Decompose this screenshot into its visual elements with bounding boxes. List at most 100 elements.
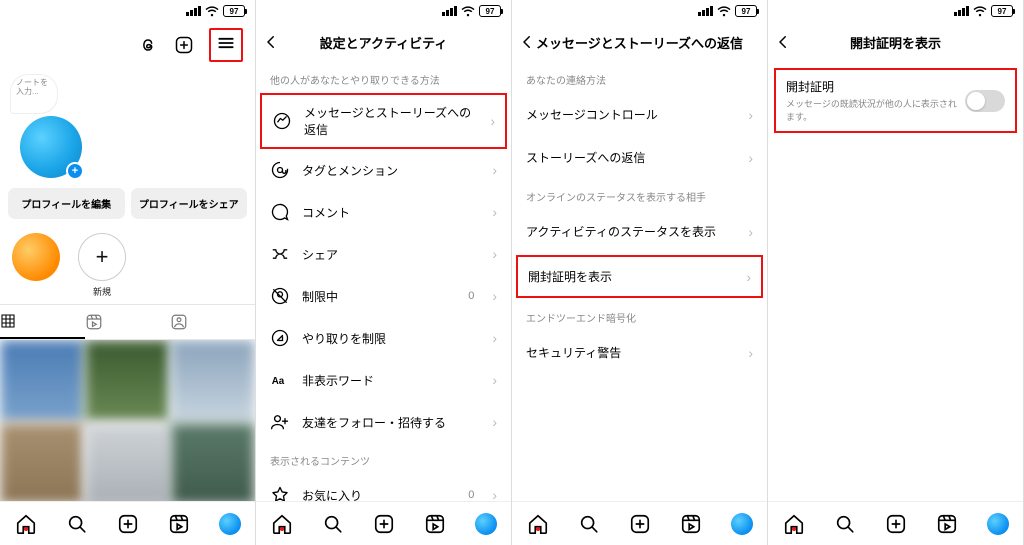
read-receipts-toggle[interactable] [965, 90, 1005, 112]
chevron-right-icon: › [748, 107, 753, 123]
create-icon[interactable] [173, 34, 195, 56]
status-bar: 97 [0, 0, 255, 22]
tab-reels[interactable] [85, 305, 170, 339]
back-button[interactable] [774, 33, 804, 51]
svg-text:Aa: Aa [272, 376, 285, 387]
row-icon [272, 111, 292, 131]
tab-tagged[interactable] [170, 305, 255, 339]
hamburger-icon [215, 32, 237, 54]
battery-icon: 97 [991, 5, 1013, 17]
profile-tabs [0, 304, 255, 340]
chevron-right-icon: › [492, 372, 497, 388]
settings-row[interactable]: セキュリティ警告› [512, 331, 767, 374]
settings-row[interactable]: Aa 非表示ワード › [256, 359, 511, 401]
nav-create[interactable] [870, 513, 921, 535]
row-count: 0 [468, 489, 474, 501]
header: 開封証明を表示 [768, 22, 1023, 62]
posts-grid[interactable] [0, 340, 255, 501]
row-label: 開封証明を表示 [528, 268, 746, 285]
nav-search[interactable] [307, 513, 358, 535]
nav-reels[interactable] [665, 513, 716, 535]
share-profile-button[interactable]: プロフィールをシェア [131, 188, 248, 219]
chevron-right-icon: › [492, 204, 497, 220]
nav-create[interactable] [102, 513, 153, 535]
row-label: 非表示ワード [302, 372, 480, 389]
row-label: 制限中 [302, 288, 456, 305]
nav-create[interactable] [358, 513, 409, 535]
chevron-right-icon: › [748, 345, 753, 361]
page-title: 開封証明を表示 [768, 33, 1023, 52]
section-header: 表示されるコンテンツ [256, 443, 511, 474]
profile-avatar[interactable]: + [20, 116, 82, 178]
settings-list[interactable]: 他の人があなたとやり取りできる方法 メッセージとストーリーズへの返信 › タグと… [256, 62, 511, 501]
wifi-icon [461, 6, 475, 17]
chevron-right-icon: › [492, 414, 497, 430]
row-label: セキュリティ警告 [526, 344, 748, 361]
settings-row[interactable]: お気に入り 0 › [256, 474, 511, 501]
settings-row[interactable]: コメント › [256, 191, 511, 233]
wifi-icon [205, 6, 219, 17]
bottom-nav [768, 501, 1023, 545]
settings-row[interactable]: シェア › [256, 233, 511, 275]
settings-row[interactable]: タグとメンション › [256, 149, 511, 191]
settings-row[interactable]: 制限中 0 › [256, 275, 511, 317]
note-bubble[interactable]: ノートを入力... [10, 74, 58, 114]
settings-row[interactable]: アクティビティのステータスを表示› [512, 210, 767, 253]
nav-profile[interactable] [972, 513, 1023, 535]
settings-row[interactable]: ストーリーズへの返信› [512, 136, 767, 179]
tab-grid[interactable] [0, 305, 85, 339]
row-icon [270, 202, 290, 222]
nav-home[interactable] [512, 513, 563, 535]
story-new-button[interactable]: + [78, 233, 126, 281]
read-receipts-toggle-row-highlighted: 開封証明 メッセージの既読状況が他の人に表示されます。 [774, 68, 1017, 133]
story-highlight[interactable] [12, 233, 60, 281]
wifi-icon [717, 6, 731, 17]
settings-list: 開封証明 メッセージの既読状況が他の人に表示されます。 [768, 62, 1023, 501]
wifi-icon [973, 6, 987, 17]
nav-reels[interactable] [409, 513, 460, 535]
chevron-right-icon: › [490, 113, 495, 129]
signal-icon [698, 6, 713, 16]
signal-icon [186, 6, 201, 16]
row-label: コメント [302, 204, 480, 221]
settings-row[interactable]: メッセージコントロール› [512, 93, 767, 136]
nav-reels[interactable] [921, 513, 972, 535]
battery-icon: 97 [479, 5, 501, 17]
bottom-nav [256, 501, 511, 545]
threads-icon[interactable] [137, 34, 159, 56]
nav-profile[interactable] [460, 513, 511, 535]
settings-row[interactable]: やり取りを制限 › [256, 317, 511, 359]
nav-search[interactable] [819, 513, 870, 535]
settings-row[interactable]: メッセージとストーリーズへの返信 › [260, 93, 507, 149]
settings-row[interactable]: 友達をフォロー・招待する › [256, 401, 511, 443]
nav-home[interactable] [0, 513, 51, 535]
row-label: やり取りを制限 [302, 330, 480, 347]
nav-search[interactable] [51, 513, 102, 535]
nav-reels[interactable] [153, 513, 204, 535]
section-header: オンラインのステータスを表示する相手 [512, 179, 767, 210]
back-button[interactable] [518, 33, 548, 51]
row-label: お気に入り [302, 487, 456, 502]
nav-profile[interactable] [204, 513, 255, 535]
status-bar: 97 [768, 0, 1023, 22]
nav-home[interactable] [768, 513, 819, 535]
nav-create[interactable] [614, 513, 665, 535]
status-bar: 97 [512, 0, 767, 22]
menu-button-highlighted[interactable] [209, 28, 243, 62]
avatar-add-icon[interactable]: + [66, 162, 84, 180]
nav-profile[interactable] [716, 513, 767, 535]
story-new-label: 新規 [93, 285, 111, 298]
row-label: 友達をフォロー・招待する [302, 414, 480, 431]
settings-row[interactable]: 開封証明を表示› [516, 255, 763, 298]
back-button[interactable] [262, 33, 292, 51]
toggle-subtitle: メッセージの既読状況が他の人に表示されます。 [786, 97, 957, 123]
row-label: シェア [302, 246, 480, 263]
chevron-right-icon: › [746, 269, 751, 285]
signal-icon [954, 6, 969, 16]
nav-home[interactable] [256, 513, 307, 535]
chevron-right-icon: › [492, 487, 497, 501]
edit-profile-button[interactable]: プロフィールを編集 [8, 188, 125, 219]
settings-list[interactable]: あなたの連絡方法メッセージコントロール›ストーリーズへの返信›オンラインのステー… [512, 62, 767, 501]
nav-search[interactable] [563, 513, 614, 535]
chevron-right-icon: › [748, 150, 753, 166]
